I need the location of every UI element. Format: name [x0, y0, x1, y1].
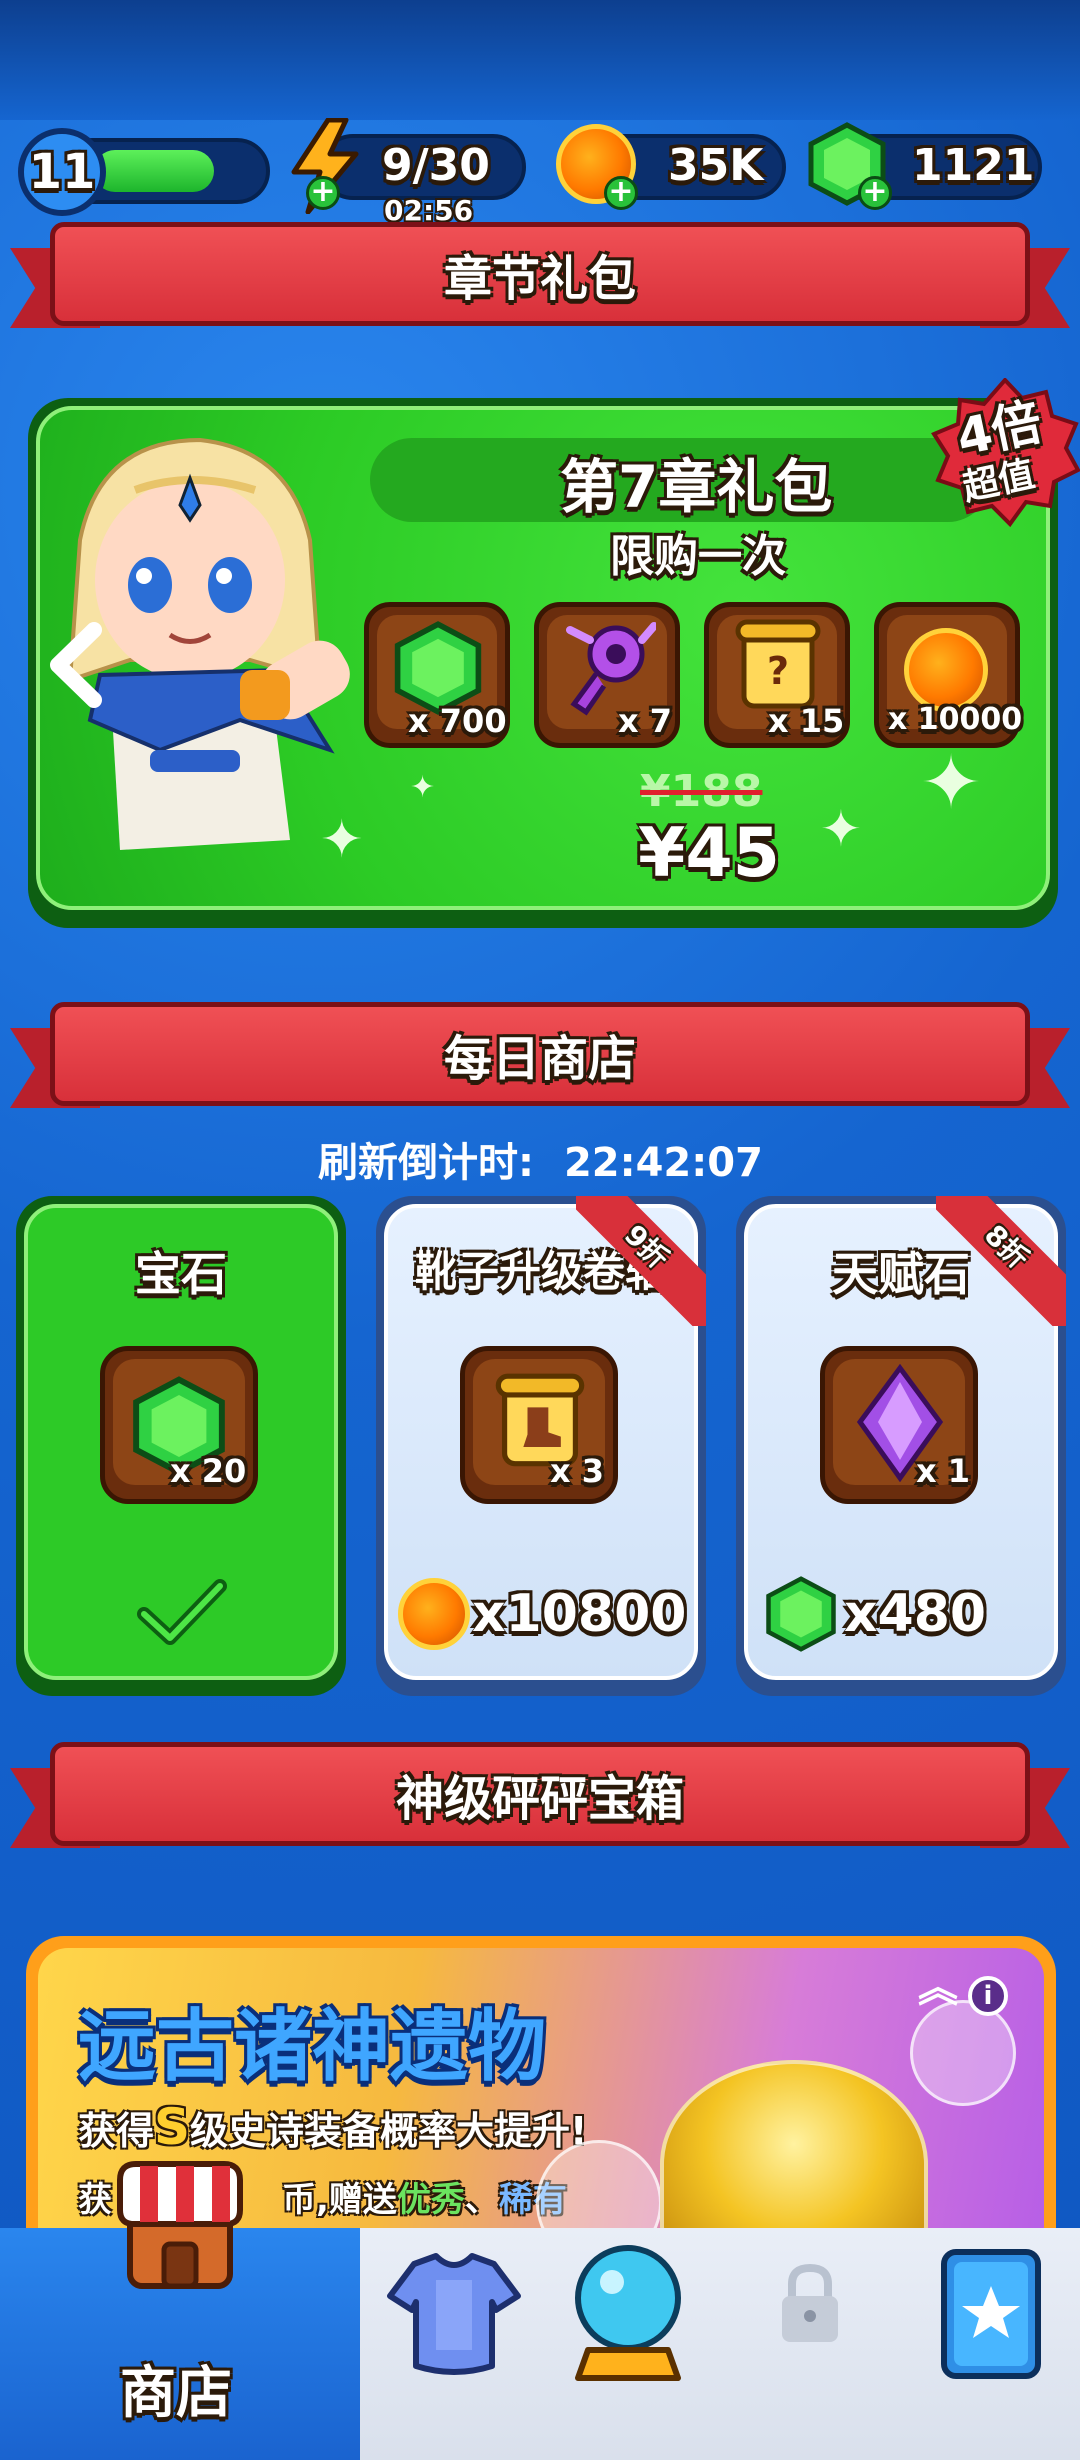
coin-count: 35K	[668, 140, 764, 191]
coin-icon	[904, 628, 988, 712]
sparkle-icon: ✦	[920, 740, 983, 826]
shop-icon	[117, 2161, 243, 2289]
chest-line1-pre: 获得	[78, 2109, 155, 2153]
chapter-pack-banner-title: 章节礼包	[443, 251, 636, 307]
daily-card-price: x480	[844, 1584, 987, 1644]
pack-price[interactable]: ¥45	[638, 814, 780, 893]
daily-shop-banner: 每日商店	[10, 1002, 1070, 1122]
coin-plus-icon[interactable]: +	[604, 176, 638, 210]
daily-card-gem[interactable]: 宝石 x 20	[16, 1196, 346, 1696]
gem-plus-icon[interactable]: +	[858, 176, 892, 210]
chest-line2-b: 币,赠送	[282, 2180, 397, 2220]
chevron-up-icon[interactable]: ︽	[918, 1968, 958, 2008]
daily-card-qty: x 3	[550, 1452, 605, 1490]
back-arrow-icon[interactable]	[44, 620, 108, 710]
pack-title: 第7章礼包	[560, 453, 833, 521]
relic-bubble-icon	[910, 2000, 1016, 2106]
scroll-icon: ?	[735, 619, 821, 709]
card-tab-icon[interactable]	[936, 2246, 1046, 2382]
chest-line2-c: 优秀	[396, 2180, 465, 2220]
info-icon[interactable]: i	[968, 1976, 1008, 2016]
refresh-timer: 刷新倒计时: 22:42:07	[318, 1130, 763, 1188]
chest-line1-s: S	[154, 2098, 191, 2156]
level-badge[interactable]: 11	[18, 128, 106, 216]
gods-chest-banner-title: 神级砰砰宝箱	[395, 1771, 684, 1827]
checkmark-icon	[137, 1579, 227, 1645]
lock-icon	[782, 2263, 838, 2342]
pack-item-qty: x 15	[768, 702, 845, 740]
sparkle-icon: ✦	[820, 800, 862, 858]
energy-count: 9/30	[382, 140, 490, 191]
armor-tab-icon[interactable]	[384, 2250, 524, 2380]
daily-card-price: x10800	[472, 1584, 687, 1644]
top-strip	[0, 0, 1080, 120]
discount-text: 9折	[576, 1196, 706, 1326]
refresh-time: 22:42:07	[563, 1140, 763, 1186]
daily-card-boot-scroll[interactable]: 靴子升级卷轴 9折 x 3 x10800	[376, 1196, 706, 1696]
pack-subtitle: 限购一次	[610, 531, 786, 582]
sparkle-icon: ✦	[320, 810, 364, 870]
level-progress-fill	[94, 150, 214, 192]
pack-item-qty: x 700	[408, 702, 507, 740]
discount-text: 8折	[936, 1196, 1066, 1326]
chest-headline: 远古诸神遗物	[78, 2002, 547, 2092]
sparkle-icon: ✦	[410, 770, 436, 805]
gods-chest-banner: 神级砰砰宝箱	[10, 1742, 1070, 1862]
coin-icon	[398, 1578, 470, 1650]
refresh-label: 刷新倒计时:	[318, 1140, 534, 1186]
daily-card-qty: x 1	[916, 1452, 971, 1490]
chest-line1: 获得S级史诗装备概率大提升!	[78, 2098, 587, 2156]
old-price-text: ¥188	[640, 766, 763, 817]
chest-line1-post: 级史诗装备概率大提升!	[190, 2109, 588, 2153]
daily-shop-banner-title: 每日商店	[443, 1031, 636, 1087]
chest-line2-a: 获	[78, 2180, 112, 2220]
pack-item-qty: x 10000	[888, 702, 1023, 737]
svg-text:?: ?	[767, 649, 789, 693]
chest-line2-d: 、	[464, 2180, 499, 2220]
discount-ribbon: 9折	[576, 1196, 706, 1326]
gem-count: 1121	[912, 140, 1035, 191]
pack-item-qty: x 7	[618, 702, 673, 740]
old-price: ¥188	[640, 766, 762, 817]
nav-shop-label: 商店	[120, 2361, 232, 2426]
chapter-pack-banner: 章节礼包	[10, 222, 1070, 342]
crystal-ball-tab-icon[interactable]	[568, 2242, 688, 2384]
daily-card-talent-stone[interactable]: 天赋石 8折 x 1 x480	[736, 1196, 1066, 1696]
discount-ribbon: 8折	[936, 1196, 1066, 1326]
energy-plus-icon[interactable]: +	[306, 176, 340, 210]
gem-icon	[766, 1576, 836, 1652]
daily-card-title: 宝石	[135, 1247, 227, 1301]
daily-card-qty: x 20	[170, 1452, 247, 1490]
